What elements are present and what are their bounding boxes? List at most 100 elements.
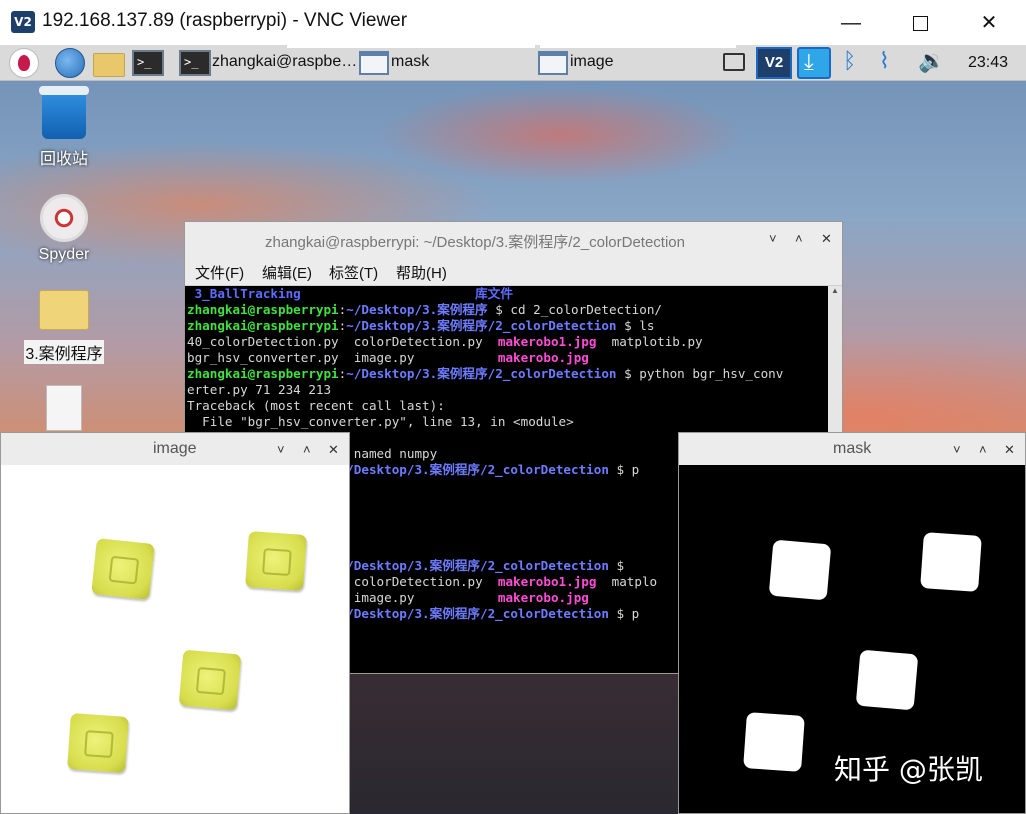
- terminal-line: zhangkai@raspberrypi:~/Desktop/3.案例程序 $ …: [187, 302, 827, 318]
- vnc-tray-icon[interactable]: V2: [756, 47, 792, 79]
- vnc-titlebar: V2 192.168.137.89 (raspberrypi) - VNC Vi…: [0, 0, 1026, 45]
- folder-icon: [39, 290, 89, 330]
- terminal-text-segment: zhangkai@raspberrypi: [187, 302, 339, 317]
- terminal-text-segment: Traceback (most recent call last):: [187, 398, 445, 413]
- terminal-text-segment: File "bgr_hsv_converter.py", line 13, in…: [187, 414, 574, 429]
- terminal-line: 3_BallTracking 库文件: [187, 286, 827, 302]
- download-icon[interactable]: [797, 47, 831, 79]
- terminal-text-segment: ~/Desktop/3.案例程序/2_colorDetection: [346, 318, 617, 333]
- mask-window-title: mask: [833, 440, 872, 457]
- terminal-text-segment: makerobo.jpg: [497, 350, 589, 365]
- menu-tabs[interactable]: 标签(T): [329, 262, 378, 283]
- terminal-text-segment: matplo: [596, 574, 658, 589]
- terminal-text-segment: $ ls: [616, 318, 655, 333]
- image-window: image ˅ ˄ ✕: [0, 432, 350, 814]
- image-close-button[interactable]: ✕: [328, 442, 339, 458]
- terminal-minimize-button[interactable]: ˅: [769, 231, 777, 246]
- image-minimize-button[interactable]: ˅: [277, 442, 285, 457]
- menu-edit[interactable]: 编辑(E): [262, 262, 312, 283]
- terminal-line: bgr_hsv_converter.py image.py makerobo.j…: [187, 350, 827, 366]
- mask-titlebar: mask ˅ ˄ ✕: [679, 433, 1025, 465]
- terminal-line: File "bgr_hsv_converter.py", line 13, in…: [187, 414, 827, 430]
- spyder-icon: [40, 194, 88, 242]
- clock: 23:43: [968, 54, 1009, 71]
- terminal-text-segment: zhangkai@raspberrypi: [187, 318, 339, 333]
- terminal-text-segment: ~/Desktop/3.案例程序: [346, 302, 488, 317]
- terminal-text-segment: $: [608, 558, 632, 573]
- terminal-text-segment: erter.py 71 234 213: [187, 382, 332, 397]
- terminal-text-segment: 3_BallTracking: [187, 286, 476, 301]
- task-image-label[interactable]: image: [570, 53, 614, 71]
- terminal-text-segment: $ p: [608, 462, 640, 477]
- terminal-line: erter.py 71 234 213: [187, 382, 827, 398]
- window-title: 192.168.137.89 (raspberrypi) - VNC Viewe…: [42, 10, 408, 31]
- menu-file[interactable]: 文件(F): [195, 262, 244, 283]
- task-mask-indicator: [363, 45, 535, 48]
- task-mask-label[interactable]: mask: [391, 53, 429, 71]
- maximize-icon: [912, 16, 928, 32]
- image-titlebar: image ˅ ˄ ✕: [1, 433, 349, 465]
- desktop-icon-folder[interactable]: 3.案例程序: [24, 290, 104, 366]
- terminal-maximize-button[interactable]: ˄: [795, 231, 803, 246]
- task-terminal-label[interactable]: zhangkai@raspbe…: [212, 53, 357, 71]
- terminal-text-segment: ~/Desktop/3.案例程序/2_colorDetection: [346, 366, 617, 381]
- terminal-text-segment: makerobo1.jpg: [497, 574, 597, 589]
- terminal-text-segment: :~/Desktop/3.案例程序/2_colorDetection: [331, 558, 609, 573]
- terminal-task-icon[interactable]: >_: [179, 50, 211, 76]
- task-image-indicator: [540, 45, 736, 48]
- minimize-button[interactable]: —: [828, 6, 874, 40]
- mask-minimize-button[interactable]: ˅: [953, 442, 961, 457]
- terminal-titlebar: zhangkai@raspberrypi: ~/Desktop/3.案例程序/2…: [185, 222, 842, 258]
- menu-help[interactable]: 帮助(H): [396, 262, 447, 283]
- yellow-cube: [67, 713, 129, 773]
- keyboard-icon[interactable]: [723, 53, 745, 71]
- terminal-text-segment: $ p: [608, 606, 640, 621]
- mask-blob: [920, 532, 982, 592]
- terminal-text-segment: makerobo1.jpg: [497, 334, 597, 349]
- window-task-icon[interactable]: [538, 51, 568, 75]
- terminal-text-segment: 库文件: [475, 286, 513, 301]
- desktop-icon-file[interactable]: [24, 385, 104, 433]
- desktop-icon-label: 3.案例程序: [24, 340, 104, 364]
- mask-blob: [768, 539, 832, 601]
- terminal-text-segment: :~/Desktop/3.案例程序/2_colorDetection: [331, 606, 609, 621]
- volume-icon[interactable]: 🔉: [918, 49, 945, 74]
- terminal-text-segment: $ python bgr_hsv_conv: [616, 366, 784, 381]
- terminal-text-segment: 40_colorDetection.py colorDetection.py: [187, 334, 498, 349]
- terminal-close-button[interactable]: ✕: [821, 231, 832, 247]
- desktop-icon-label: Spyder: [38, 246, 90, 263]
- terminal-text-segment: bgr_hsv_converter.py image.py: [187, 350, 498, 365]
- yellow-cube: [245, 531, 307, 591]
- image-maximize-button[interactable]: ˄: [303, 442, 311, 457]
- desktop-icon-spyder[interactable]: Spyder: [24, 194, 104, 274]
- terminal-text-segment: matplotib.py: [596, 334, 703, 349]
- vnc-logo-icon: V2: [11, 11, 35, 33]
- terminal-text-segment: zhangkai@raspberrypi: [187, 366, 339, 381]
- close-button[interactable]: ✕: [966, 6, 1012, 40]
- window-task-icon[interactable]: [359, 51, 389, 75]
- terminal-line: zhangkai@raspberrypi:~/Desktop/3.案例程序/2_…: [187, 366, 827, 382]
- desktop-icon-trash[interactable]: 回收站: [24, 86, 104, 173]
- terminal-menubar: 文件(F) 编辑(E) 标签(T) 帮助(H): [185, 258, 842, 286]
- mask-maximize-button[interactable]: ˄: [979, 442, 987, 457]
- wifi-icon[interactable]: ⌇: [879, 49, 890, 74]
- bluetooth-icon[interactable]: ᛒ: [843, 49, 856, 74]
- terminal-line: 40_colorDetection.py colorDetection.py m…: [187, 334, 827, 350]
- maximize-button[interactable]: [897, 6, 943, 40]
- browser-globe-icon[interactable]: [55, 48, 85, 78]
- mask-close-button[interactable]: ✕: [1004, 442, 1015, 458]
- mask-blob: [855, 649, 919, 711]
- taskbar: >_ >_ zhangkai@raspbe… mask image V2 ᛒ ⌇…: [0, 45, 1026, 81]
- terminal-line: Traceback (most recent call last):: [187, 398, 827, 414]
- image-window-title: image: [153, 440, 197, 457]
- terminal-line: zhangkai@raspberrypi:~/Desktop/3.案例程序/2_…: [187, 318, 827, 334]
- terminal-text-segment: $ cd 2_colorDetection/: [487, 302, 663, 317]
- terminal-text-segment: :~/Desktop/3.案例程序/2_colorDetection: [331, 462, 609, 477]
- terminal-text-segment: makerobo.jpg: [497, 590, 589, 605]
- yellow-cube: [91, 538, 155, 600]
- terminal-launcher-icon[interactable]: >_: [132, 50, 164, 76]
- raspberry-menu-icon[interactable]: [9, 48, 39, 78]
- desktop-icon-label: 回收站: [39, 151, 88, 168]
- terminal-title: zhangkai@raspberrypi: ~/Desktop/3.案例程序/2…: [264, 234, 685, 251]
- file-manager-folder-icon[interactable]: [93, 53, 125, 77]
